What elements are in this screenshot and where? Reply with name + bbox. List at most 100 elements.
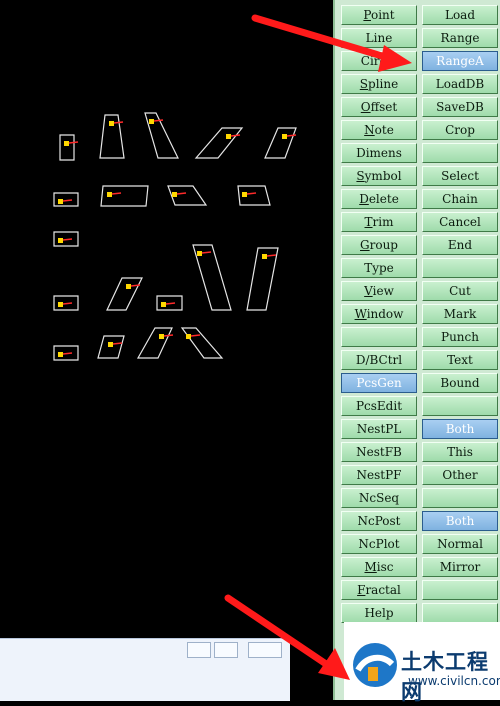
both-button[interactable]: Both xyxy=(422,511,498,531)
spline-button[interactable]: Spline xyxy=(341,74,417,94)
load-button[interactable]: Load xyxy=(422,5,498,25)
part-marker-line xyxy=(176,192,187,195)
part-marker-line xyxy=(112,342,123,345)
cad-part-1[interactable] xyxy=(59,134,79,161)
cad-part-18[interactable] xyxy=(136,327,174,359)
chain-button[interactable]: Chain xyxy=(422,189,498,209)
nestfb-button[interactable]: NestFB xyxy=(341,442,417,462)
rangea-button[interactable]: RangeA xyxy=(422,51,498,71)
part-outline xyxy=(59,134,75,161)
misc-button[interactable]: Misc xyxy=(341,557,417,577)
end-button[interactable]: End xyxy=(422,235,498,255)
part-marker-line xyxy=(62,199,73,202)
cad-part-8[interactable] xyxy=(167,185,208,206)
type-button[interactable]: Type xyxy=(341,258,417,278)
part-marker-line xyxy=(130,284,141,287)
cad-part-19[interactable] xyxy=(180,327,224,359)
minimize-icon[interactable] xyxy=(187,642,211,658)
trim-button[interactable]: Trim xyxy=(341,212,417,232)
bound-button[interactable]: Bound xyxy=(422,373,498,393)
parts-layout xyxy=(53,112,297,361)
fractal-button[interactable]: Fractal xyxy=(341,580,417,600)
part-marker-line xyxy=(163,334,174,337)
ncplot-button[interactable]: NcPlot xyxy=(341,534,417,554)
select-button[interactable]: Select xyxy=(422,166,498,186)
symbol-button[interactable]: Symbol xyxy=(341,166,417,186)
cad-part-16[interactable] xyxy=(53,345,79,361)
close-icon[interactable] xyxy=(248,642,282,658)
cad-part-13[interactable] xyxy=(156,295,183,311)
part-marker-icon xyxy=(242,192,247,197)
cancel-button[interactable]: Cancel xyxy=(422,212,498,232)
line-button[interactable]: Line xyxy=(341,28,417,48)
part-marker-icon xyxy=(64,141,69,146)
blank-button[interactable] xyxy=(422,580,498,600)
delete-button[interactable]: Delete xyxy=(341,189,417,209)
part-marker-icon xyxy=(197,251,202,256)
cad-part-14[interactable] xyxy=(192,244,232,311)
part-marker-line xyxy=(246,192,257,195)
logo-emblem-icon xyxy=(353,643,397,687)
blank-button[interactable] xyxy=(422,258,498,278)
nestpf-button[interactable]: NestPF xyxy=(341,465,417,485)
mark-button[interactable]: Mark xyxy=(422,304,498,324)
d-bctrl-button[interactable]: D/BCtrl xyxy=(341,350,417,370)
part-marker-icon xyxy=(159,334,164,339)
part-marker-line xyxy=(266,254,277,257)
offset-button[interactable]: Offset xyxy=(341,97,417,117)
cad-part-17[interactable] xyxy=(97,335,125,359)
blank-button[interactable] xyxy=(422,396,498,416)
blank-button[interactable] xyxy=(341,327,417,347)
pcsedit-button[interactable]: PcsEdit xyxy=(341,396,417,416)
part-marker-icon xyxy=(58,199,63,204)
child-window-frame xyxy=(0,638,290,701)
drawing-canvas[interactable] xyxy=(0,0,333,700)
cad-part-11[interactable] xyxy=(53,295,79,311)
cad-part-5[interactable] xyxy=(264,127,297,159)
this-button[interactable]: This xyxy=(422,442,498,462)
blank-button[interactable] xyxy=(422,488,498,508)
normal-button[interactable]: Normal xyxy=(422,534,498,554)
watermark-url: www.civilcn.com xyxy=(408,674,500,688)
pcsgen-button[interactable]: PcsGen xyxy=(341,373,417,393)
loaddb-button[interactable]: LoadDB xyxy=(422,74,498,94)
cad-part-9[interactable] xyxy=(237,185,271,206)
point-button[interactable]: Point xyxy=(341,5,417,25)
cad-part-4[interactable] xyxy=(194,127,244,159)
blank-button[interactable] xyxy=(422,603,498,623)
part-outline xyxy=(264,127,297,159)
window-button[interactable]: Window xyxy=(341,304,417,324)
cad-part-12[interactable] xyxy=(106,277,143,311)
punch-button[interactable]: Punch xyxy=(422,327,498,347)
ncseq-button[interactable]: NcSeq xyxy=(341,488,417,508)
cad-part-3[interactable] xyxy=(144,112,179,159)
cad-part-6[interactable] xyxy=(53,192,79,207)
other-button[interactable]: Other xyxy=(422,465,498,485)
cad-part-15[interactable] xyxy=(246,247,279,311)
text-button[interactable]: Text xyxy=(422,350,498,370)
part-outline xyxy=(53,192,79,207)
part-marker-line xyxy=(62,352,73,355)
cad-part-2[interactable] xyxy=(99,114,125,159)
cut-button[interactable]: Cut xyxy=(422,281,498,301)
ncpost-button[interactable]: NcPost xyxy=(341,511,417,531)
restore-icon[interactable] xyxy=(214,642,238,658)
mirror-button[interactable]: Mirror xyxy=(422,557,498,577)
view-button[interactable]: View xyxy=(341,281,417,301)
part-marker-icon xyxy=(161,302,166,307)
help-button[interactable]: Help xyxy=(341,603,417,623)
cad-part-10[interactable] xyxy=(53,231,79,247)
nestpl-button[interactable]: NestPL xyxy=(341,419,417,439)
blank-button[interactable] xyxy=(422,143,498,163)
range-button[interactable]: Range xyxy=(422,28,498,48)
dimens-button[interactable]: Dimens xyxy=(341,143,417,163)
group-button[interactable]: Group xyxy=(341,235,417,255)
cad-part-7[interactable] xyxy=(100,185,149,207)
note-button[interactable]: Note xyxy=(341,120,417,140)
part-marker-icon xyxy=(262,254,267,259)
part-marker-icon xyxy=(226,134,231,139)
circle-button[interactable]: Circle xyxy=(341,51,417,71)
savedb-button[interactable]: SaveDB xyxy=(422,97,498,117)
crop-button[interactable]: Crop xyxy=(422,120,498,140)
both-button[interactable]: Both xyxy=(422,419,498,439)
